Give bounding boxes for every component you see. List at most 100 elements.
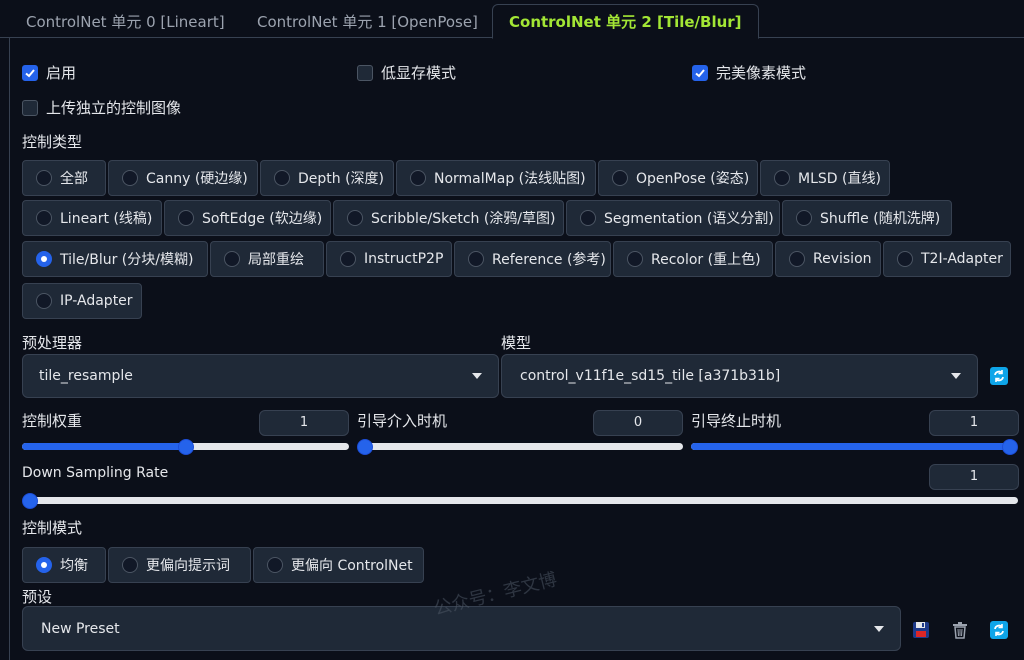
model-dropdown[interactable]: control_v11f1e_sd15_tile [a371b31b] — [501, 354, 978, 398]
radio-icon — [178, 210, 194, 226]
upload-independent-label: 上传独立的控制图像 — [46, 99, 182, 117]
low-vram-label: 低显存模式 — [381, 64, 457, 82]
control-type-option[interactable]: OpenPose (姿态) — [598, 160, 758, 196]
model-label: 模型 — [501, 334, 532, 352]
pixel-perfect-checkbox[interactable]: 完美像素模式 — [692, 62, 806, 83]
control-weight-slider[interactable] — [22, 439, 349, 455]
save-icon — [913, 622, 929, 638]
down-sampling-label: Down Sampling Rate — [22, 465, 169, 481]
radio-icon — [789, 251, 805, 267]
control-type-option[interactable]: 全部 — [22, 160, 106, 196]
control-type-label: 控制类型 — [22, 133, 83, 151]
radio-icon — [627, 251, 643, 267]
control-type-option[interactable]: Shuffle (随机洗牌) — [782, 200, 952, 236]
radio-icon — [224, 251, 240, 267]
control-type-option[interactable]: 局部重绘 — [210, 241, 324, 277]
radio-icon — [897, 251, 913, 267]
trash-icon — [953, 622, 967, 639]
radio-icon — [122, 170, 138, 186]
radio-icon — [580, 210, 596, 226]
checkbox-unchecked-icon[interactable] — [357, 64, 373, 81]
preprocessor-dropdown[interactable]: tile_resample — [22, 354, 499, 398]
control-weight-label: 控制权重 — [22, 412, 83, 430]
control-type-option[interactable]: SoftEdge (软边缘) — [164, 200, 331, 236]
checkbox-unchecked-icon[interactable] — [22, 99, 38, 116]
control-type-option[interactable]: Recolor (重上色) — [613, 241, 773, 277]
guidance-end-label: 引导终止时机 — [691, 412, 782, 430]
slider-thumb[interactable] — [1002, 439, 1018, 455]
refresh-icon — [990, 367, 1008, 385]
control-mode-option[interactable]: 更偏向提示词 — [108, 547, 251, 583]
chevron-down-icon — [472, 373, 482, 379]
control-type-option[interactable]: Depth (深度) — [260, 160, 394, 196]
control-mode-option[interactable]: 更偏向 ControlNet — [253, 547, 424, 583]
slider-track — [365, 443, 683, 450]
control-type-option[interactable]: Lineart (线稿) — [22, 200, 162, 236]
radio-icon — [612, 170, 628, 186]
preprocessor-label: 预处理器 — [22, 334, 83, 352]
control-type-option[interactable]: Reference (参考) — [454, 241, 611, 277]
slider-track — [30, 497, 1018, 504]
guidance-end-slider[interactable] — [691, 439, 1018, 455]
checkbox-checked-icon[interactable] — [22, 64, 38, 81]
control-type-option[interactable]: Revision — [775, 241, 881, 277]
control-mode-option-selected[interactable]: 均衡 — [22, 547, 106, 583]
control-type-option[interactable]: IP-Adapter — [22, 283, 142, 319]
down-sampling-slider[interactable] — [22, 493, 1018, 509]
radio-icon — [468, 251, 484, 267]
slider-thumb[interactable] — [357, 439, 373, 455]
radio-icon — [796, 210, 812, 226]
slider-fill — [691, 443, 1010, 450]
refresh-icon — [990, 621, 1008, 639]
control-type-option[interactable]: Scribble/Sketch (涂鸦/草图) — [333, 200, 564, 236]
control-weight-input[interactable]: 1 — [259, 410, 349, 436]
tab-bar: ControlNet 单元 0 [Lineart] ControlNet 单元 … — [0, 0, 1024, 39]
refresh-presets-button[interactable] — [989, 620, 1009, 640]
control-type-option[interactable]: Segmentation (语义分割) — [566, 200, 780, 236]
guidance-end-input[interactable]: 1 — [929, 410, 1019, 436]
radio-icon — [774, 170, 790, 186]
slider-fill — [22, 443, 186, 450]
radio-selected-icon — [36, 557, 52, 573]
control-type-option[interactable]: MLSD (直线) — [760, 160, 890, 196]
enable-label: 启用 — [46, 64, 77, 82]
chevron-down-icon — [874, 625, 884, 632]
slider-thumb[interactable] — [22, 493, 38, 509]
preset-value: New Preset — [41, 620, 120, 637]
chevron-down-icon — [951, 373, 961, 379]
control-type-option-selected[interactable]: Tile/Blur (分块/模糊) — [22, 241, 208, 277]
control-type-option[interactable]: NormalMap (法线贴图) — [396, 160, 596, 196]
radio-icon — [267, 557, 283, 573]
preprocessor-value: tile_resample — [39, 368, 133, 384]
radio-icon — [36, 210, 52, 226]
upload-independent-checkbox[interactable]: 上传独立的控制图像 — [22, 97, 181, 118]
radio-icon — [36, 170, 52, 186]
down-sampling-input[interactable]: 1 — [929, 464, 1019, 490]
guidance-start-label: 引导介入时机 — [357, 412, 448, 430]
checkbox-checked-icon[interactable] — [692, 64, 708, 81]
slider-thumb[interactable] — [177, 439, 194, 455]
pixel-perfect-label: 完美像素模式 — [716, 64, 807, 82]
delete-preset-button[interactable] — [950, 620, 970, 640]
radio-icon — [36, 293, 52, 309]
radio-icon — [274, 170, 290, 186]
guidance-start-slider[interactable] — [357, 439, 683, 455]
radio-selected-icon — [36, 251, 52, 267]
control-mode-label: 控制模式 — [22, 519, 83, 537]
radio-icon — [410, 170, 426, 186]
enable-checkbox[interactable]: 启用 — [22, 62, 76, 83]
save-preset-button[interactable] — [911, 620, 931, 640]
model-value: control_v11f1e_sd15_tile [a371b31b] — [520, 368, 781, 384]
refresh-models-button[interactable] — [989, 366, 1009, 386]
tab-unit-2[interactable]: ControlNet 单元 2 [Tile/Blur] — [492, 4, 759, 39]
radio-icon — [340, 251, 356, 267]
guidance-start-input[interactable]: 0 — [593, 410, 683, 436]
control-type-option[interactable]: InstructP2P — [326, 241, 452, 277]
tab-unit-0[interactable]: ControlNet 单元 0 [Lineart] — [26, 8, 225, 38]
low-vram-checkbox[interactable]: 低显存模式 — [357, 62, 456, 83]
tab-unit-1[interactable]: ControlNet 单元 1 [OpenPose] — [257, 8, 478, 38]
radio-icon — [347, 210, 363, 226]
control-type-option[interactable]: Canny (硬边缘) — [108, 160, 258, 196]
control-type-option[interactable]: T2I-Adapter — [883, 241, 1011, 277]
radio-icon — [122, 557, 138, 573]
